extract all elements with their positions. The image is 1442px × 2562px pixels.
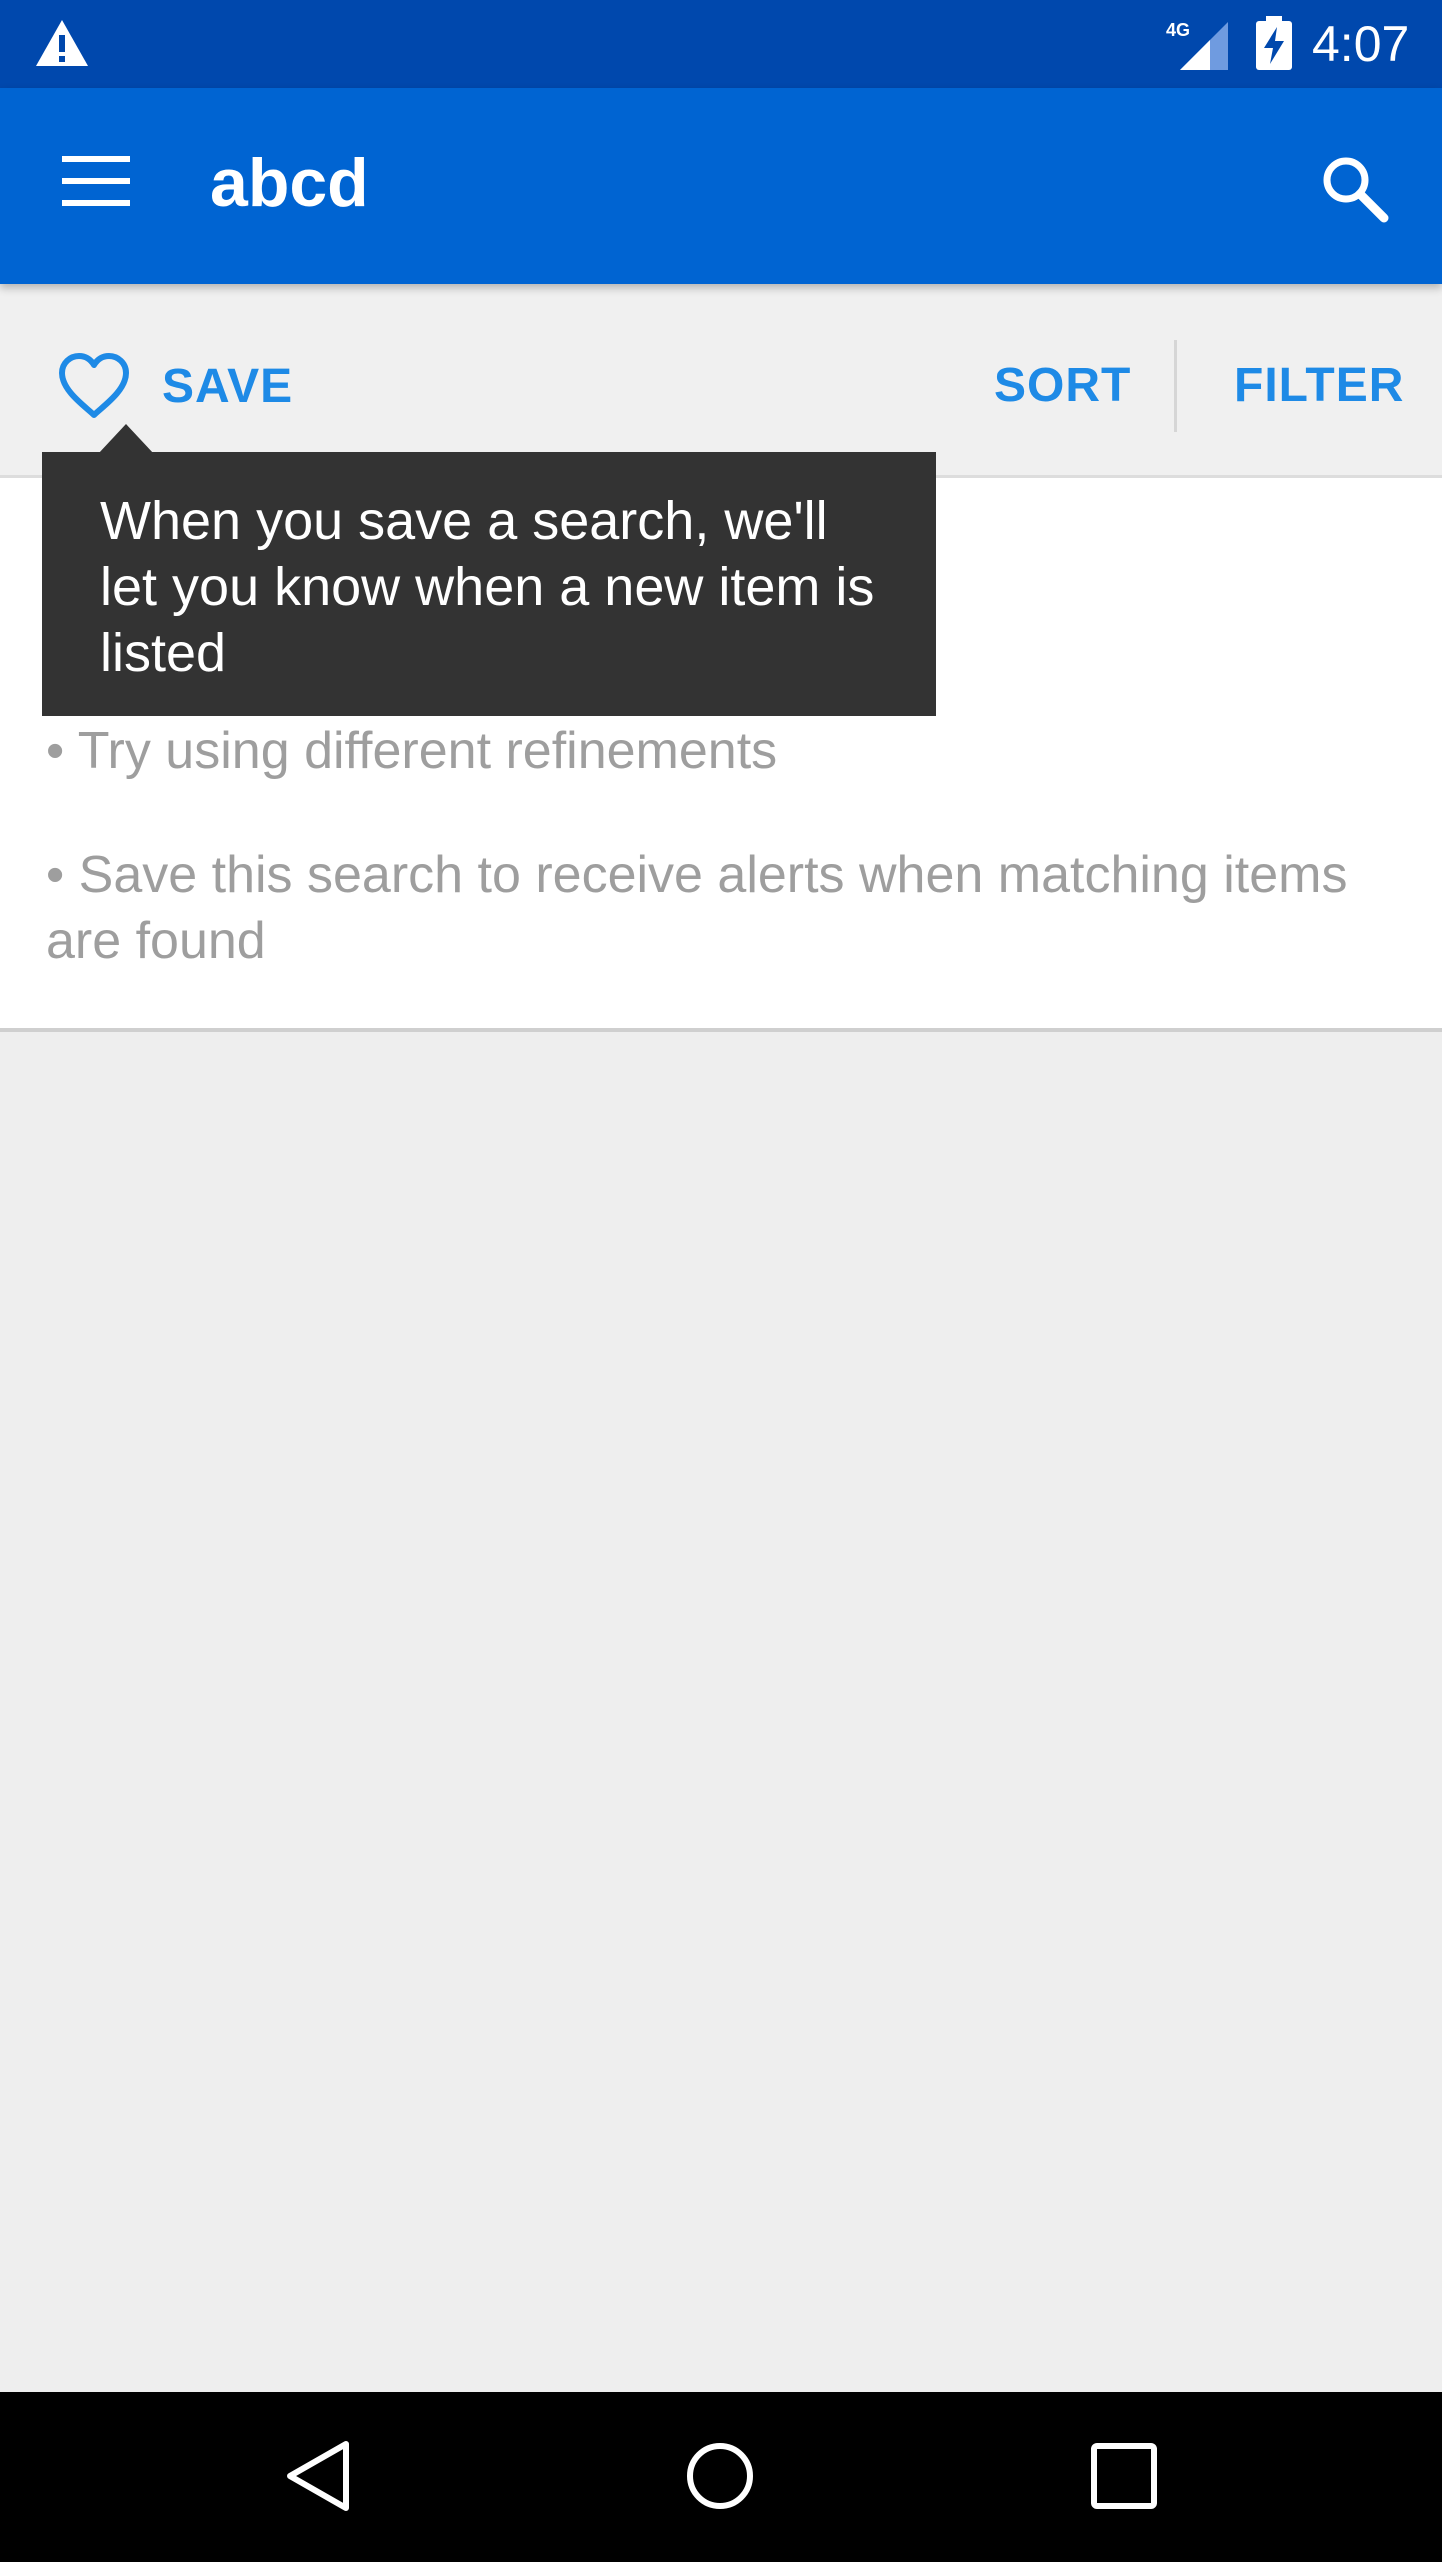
menu-icon[interactable] [62, 156, 130, 206]
status-time: 4:07 [1312, 16, 1410, 72]
status-bar: 4G 4:07 [0, 0, 1442, 88]
save-search-tooltip[interactable]: When you save a search, we'll let you kn… [42, 452, 936, 716]
save-search-button[interactable]: SAVE [56, 344, 293, 428]
network-type-label: 4G [1166, 20, 1190, 40]
tip-refinements: • Try using different refinements [46, 722, 778, 780]
heart-outline-icon [59, 353, 129, 418]
home-icon[interactable] [680, 2436, 760, 2516]
back-icon[interactable] [280, 2436, 360, 2516]
screen: 4G 4:07 abcd SAVE SORT FILTER When you s… [0, 0, 1442, 2562]
search-icon[interactable] [1318, 152, 1390, 224]
filter-button[interactable]: FILTER [1234, 358, 1404, 414]
save-label: SAVE [162, 359, 294, 413]
signal-icon: 4G [1166, 20, 1228, 70]
tooltip-text: When you save a search, we'll let you kn… [100, 491, 875, 683]
results-toolbar: SAVE SORT FILTER [0, 284, 1442, 478]
navigation-bar [0, 2392, 1442, 2562]
recents-icon[interactable] [1086, 2438, 1162, 2514]
warning-icon [36, 20, 88, 66]
sort-button[interactable]: SORT [994, 358, 1131, 414]
page-title: abcd [210, 145, 369, 221]
battery-charging-icon [1256, 16, 1292, 70]
tip-save-search: • Save this search to receive alerts whe… [46, 846, 1348, 970]
toolbar-divider [1174, 340, 1177, 432]
app-bar: abcd [0, 88, 1442, 284]
tooltip-arrow [98, 424, 154, 454]
